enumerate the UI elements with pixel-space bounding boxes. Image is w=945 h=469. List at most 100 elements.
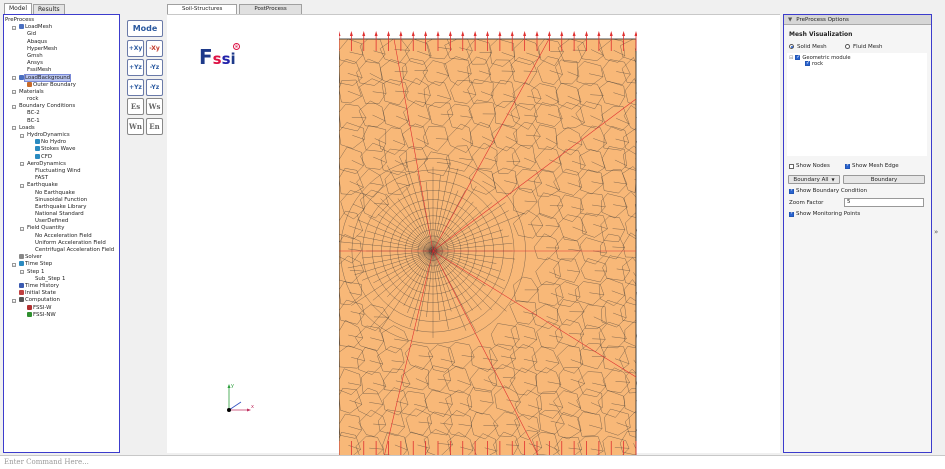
tree-item[interactable]: - LoadBackground [5,73,118,82]
model-tree[interactable]: PreProcess - LoadMesh Gid Abaqus HyperMesh Gms… [3,14,120,453]
tree-item[interactable]: Solver [5,254,118,261]
boundary-button[interactable]: Boundary [843,175,925,184]
tree-item[interactable]: - LoadMesh [5,24,118,31]
view-toolbar: Mode +Xy -Xy +Yz -Yz +Yz -Yz Es Ws Wn En [127,20,163,137]
collapse-arrow-icon[interactable]: ▼ [788,17,792,23]
tree-item[interactable]: FSSI-NW [5,311,118,319]
view-minus-xy-button[interactable]: -Xy [146,39,163,57]
tree-item[interactable]: UserDefined [5,218,118,225]
tree-item[interactable]: Uniform Acceleration Field [5,240,118,247]
tree-item[interactable]: BC-2 [5,110,118,117]
mode-button[interactable]: Mode [127,20,163,37]
tab-postprocess[interactable]: PostProcess [239,4,302,14]
view-en-button[interactable]: En [146,117,163,135]
solid-mesh-radio[interactable]: Solid Mesh [789,44,845,50]
tree-toggle-icon[interactable]: - [20,270,24,275]
tree-item[interactable]: Gid [5,31,118,38]
zoom-factor-input[interactable]: 5 [844,198,924,207]
tree-item[interactable]: - Boundary Conditions [5,103,118,110]
expand-toggle-icon[interactable]: ⊟ [789,55,793,61]
tree-item[interactable]: No Acceleration Field [5,233,118,240]
tree-item[interactable]: - Materials [5,89,118,96]
tree-item[interactable]: CFD [5,153,118,161]
tree-item[interactable]: HyperMesh [5,46,118,53]
view-minus-yz2-button[interactable]: -Yz [146,78,163,96]
view-plus-xy-button[interactable]: +Xy [127,39,144,57]
zoom-factor-label: Zoom Factor [789,199,824,206]
bc-arrow-head [486,31,489,36]
view-plus-yz-button[interactable]: +Yz [127,59,144,76]
tree-toggle-icon[interactable]: - [12,298,16,303]
tree-item[interactable]: Time History [5,282,118,290]
fw-icon [27,304,32,310]
command-input[interactable]: Enter Command Here... [0,455,945,469]
tree-item[interactable]: rock [5,96,118,103]
tab-model[interactable]: Model [4,3,33,14]
view-plus-yz2-button[interactable]: +Yz [127,78,144,96]
boundary-icon [27,81,32,87]
tab-soil-structures[interactable]: Soil-Structures [167,4,238,14]
tree-toggle-icon[interactable]: - [20,227,24,232]
tree-toggle-icon[interactable]: - [12,76,16,81]
view-es-button[interactable]: Es [127,98,144,115]
tree-toggle-icon[interactable]: - [12,90,16,95]
tree-item[interactable]: FssiMesh [5,67,118,74]
tree-item[interactable]: - Step 1 [5,269,118,276]
rock-item[interactable]: rock [805,60,925,67]
tree-toggle-icon[interactable]: - [12,104,16,109]
mesh-visualization-title: Mesh Visualization [789,31,853,38]
tree-item[interactable]: Stokes Wave [5,146,118,153]
bc-arrow-head [535,31,539,36]
bc-arrow-head [634,31,637,36]
3d-viewport[interactable]: Fssi ® y x [167,14,780,461]
tree-toggle-icon[interactable]: - [12,262,16,267]
show-mesh-edge-checkbox[interactable]: Show Mesh Edge [845,162,899,169]
tree-item[interactable]: No Earthquake [5,190,118,197]
tree-item[interactable]: - AeroDynamics [5,161,118,168]
tree-item[interactable]: - Computation [5,297,118,304]
expand-right-icon[interactable]: » [934,228,938,236]
rock-checkbox[interactable] [805,60,810,67]
view-ws-button[interactable]: Ws [146,98,163,115]
tree-item[interactable]: National Standard [5,211,118,218]
boundary-select[interactable]: Boundary All ▼ [788,175,840,184]
view-minus-yz-button[interactable]: -Yz [146,59,163,76]
tree-item[interactable]: FAST [5,175,118,182]
tree-item[interactable]: FSSI-W [5,304,118,312]
tree-item[interactable]: - Earthquake [5,182,118,189]
chevron-down-icon: ▼ [831,177,835,182]
bc-arrow-head [424,31,428,36]
tree-toggle-icon[interactable]: - [20,162,24,167]
tree-item[interactable]: Centrifugal Acceleration Field [5,247,118,254]
tree-item[interactable]: Sinusoidal Function [5,197,118,204]
view-wn-button[interactable]: Wn [127,117,144,135]
tree-item[interactable]: Fluctuating Wind [5,168,118,175]
show-monitoring-points-checkbox[interactable]: Show Monitoring Points [789,210,931,218]
tree-toggle-icon[interactable]: - [12,126,16,131]
show-boundary-condition-checkbox[interactable]: Show Boundary Condition [789,187,931,195]
bc-arrow-head [523,31,527,36]
tree-item[interactable]: Ansys [5,60,118,67]
tree-item[interactable]: Gmsh [5,53,118,60]
tree-item[interactable]: No Hydro [5,139,118,146]
tree-item[interactable]: Earthquake Library [5,204,118,211]
panel-header[interactable]: ▼ PreProcess Options [784,15,931,25]
tree-item[interactable]: - HydroDynamics [5,132,118,139]
geometric-module-checkbox[interactable] [795,54,801,60]
tree-toggle-icon[interactable]: - [20,133,24,138]
tree-item[interactable]: - Time Step [5,261,118,268]
tree-item[interactable]: BC-1 [5,118,118,125]
tree-toggle-icon[interactable]: - [12,25,16,30]
show-nodes-checkbox[interactable]: Show Nodes [789,163,845,169]
tree-item[interactable]: Outer Boundary [5,81,118,89]
tree-item[interactable]: - Field Quantity [5,225,118,232]
tab-results[interactable]: Results [33,4,65,14]
fluid-mesh-radio[interactable]: Fluid Mesh [845,44,882,50]
tree-item[interactable]: Abaqus [5,39,118,46]
tree-item[interactable]: PreProcess [5,17,118,24]
tree-toggle-icon[interactable]: - [20,183,24,188]
tree-item[interactable]: Sub_Step 1 [5,276,118,283]
tree-item[interactable]: - Loads [5,125,118,132]
registered-mark-icon: ® [233,43,240,50]
tree-item[interactable]: Initial State [5,290,118,297]
